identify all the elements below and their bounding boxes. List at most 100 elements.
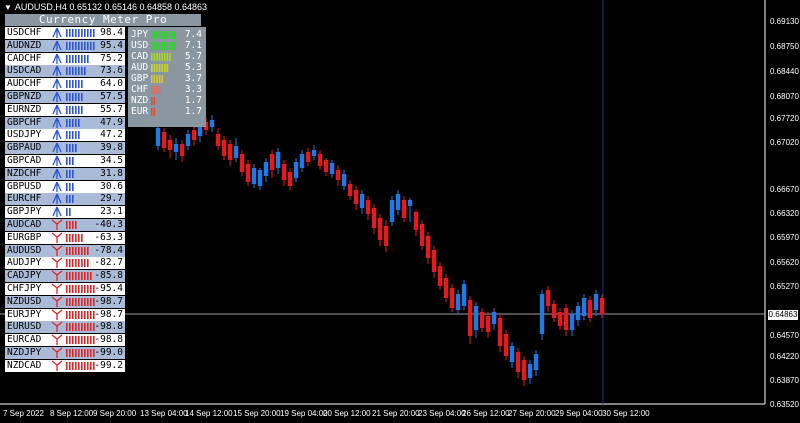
- pair-value: 73.6: [100, 65, 123, 77]
- chart-title: ▼ AUDUSD,H4 0.65132 0.65146 0.64858 0.648…: [4, 2, 207, 12]
- strength-bars-icon: [66, 67, 86, 76]
- strength-bars-icon: [66, 323, 95, 332]
- currency-strength-bars-icon: [151, 86, 161, 94]
- trend-down-icon: [51, 232, 63, 243]
- pair-value: 23.1: [100, 206, 123, 218]
- candle: [545, 286, 551, 312]
- currency-name: EUR: [131, 106, 149, 117]
- trend-down-icon: [51, 257, 63, 269]
- pair-name: GBPCHF: [7, 116, 42, 128]
- trend-down-icon: [51, 360, 63, 371]
- strength-bars-icon: [66, 336, 95, 345]
- trend-up-icon: [52, 91, 62, 102]
- strength-bars-icon: [66, 259, 89, 268]
- candle: [533, 350, 539, 376]
- pair-row: USDCHF 98.4: [5, 27, 125, 39]
- strength-bars-icon: [66, 131, 80, 140]
- strength-bars-icon: [66, 105, 83, 114]
- pair-row: NZDUSD -98.7: [5, 295, 125, 308]
- pair-value: 95.4: [100, 39, 123, 51]
- trend-up-icon: [52, 78, 62, 90]
- candle: [185, 130, 191, 150]
- currency-value: 1.7: [184, 106, 202, 117]
- pair-name: EURCHF: [7, 193, 42, 205]
- price-tick-label: 0.68750: [770, 42, 799, 51]
- strength-bars-icon: [66, 54, 89, 63]
- pair-value: -98.8: [94, 321, 123, 333]
- candle: [341, 170, 347, 190]
- time-tick-label: 8 Sep 12:00: [50, 409, 94, 418]
- time-tick-label: 9 Sep 20:00: [93, 409, 137, 418]
- pair-row: USDCAD 73.6: [5, 65, 125, 78]
- trend-down-icon: [51, 219, 63, 230]
- trend-up-icon: [52, 117, 62, 128]
- pair-row: AUDCHF 64.0: [5, 78, 125, 91]
- candle: [221, 136, 227, 160]
- pair-row: EURUSD -98.8: [5, 321, 125, 334]
- chart-menu-arrow-icon[interactable]: ▼: [4, 3, 12, 12]
- candle: [491, 308, 497, 330]
- candle: [515, 348, 521, 378]
- pair-value: 75.2: [100, 52, 123, 64]
- candle: [353, 186, 359, 210]
- trend-up-icon: [52, 181, 62, 192]
- pair-row: GBPJPY 23.1: [5, 206, 125, 219]
- trend-up-icon: [52, 66, 62, 77]
- currency-value: 5.7: [184, 51, 202, 62]
- pair-value: 57.5: [100, 90, 123, 102]
- pair-name: AUDCHF: [7, 78, 42, 90]
- pair-value: 31.8: [100, 167, 123, 179]
- candle: [539, 290, 545, 340]
- candle: [503, 330, 509, 360]
- price-tick-label: 0.65270: [770, 282, 799, 291]
- price-tick-label: 0.67020: [770, 138, 799, 147]
- strength-bars-icon: [66, 195, 74, 204]
- candle: [389, 196, 395, 226]
- candle: [437, 262, 443, 290]
- pair-row: EURNZD 55.7: [5, 103, 125, 116]
- time-tick-label: 7 Sep 2022: [3, 409, 44, 418]
- strength-bars-icon: [66, 246, 89, 255]
- strength-bars-icon: [66, 144, 77, 153]
- strength-bars-icon: [66, 361, 95, 370]
- currency-row: USD 7.1: [128, 40, 206, 51]
- pair-name: EURJPY: [7, 308, 42, 320]
- candle: [239, 150, 245, 176]
- pair-value: -95.4: [94, 282, 123, 294]
- trend-down-icon: [51, 245, 63, 256]
- candle: [245, 160, 251, 186]
- currency-value: 1.7: [184, 95, 202, 106]
- candle: [581, 294, 587, 320]
- price-tick-label: 0.63870: [770, 376, 799, 385]
- trend-down-icon: [51, 296, 63, 307]
- trend-down-icon: [51, 270, 63, 282]
- currency-row: CHF 3.3: [128, 84, 206, 95]
- pair-name: GBPUSD: [7, 180, 42, 192]
- price-tick-label: 0.67720: [770, 114, 799, 123]
- pair-name: GBPCAD: [7, 154, 42, 166]
- candle: [287, 168, 293, 190]
- pair-row: AUDJPY -82.7: [5, 257, 125, 270]
- candle: [257, 168, 263, 190]
- candle: [227, 140, 233, 166]
- candle: [455, 290, 461, 314]
- pair-value: 98.4: [100, 27, 123, 38]
- time-tick-label: 19 Sep 04:00: [280, 409, 328, 418]
- currency-value: 7.1: [184, 40, 202, 51]
- currency-value: 5.3: [184, 62, 202, 73]
- candle: [305, 148, 311, 166]
- candle: [395, 190, 401, 215]
- strength-bars-icon: [66, 80, 83, 89]
- strength-bars-icon: [66, 348, 95, 357]
- pair-row: GBPCHF 47.9: [5, 116, 125, 129]
- pair-name: USDCAD: [7, 65, 42, 77]
- pair-value: 47.2: [100, 129, 123, 141]
- trend-down-icon: [51, 321, 63, 333]
- pair-name: CADCHF: [7, 52, 42, 64]
- candle: [383, 220, 389, 252]
- pair-row: AUDCAD -40.3: [5, 218, 125, 231]
- pair-value: -99.2: [94, 359, 123, 371]
- trend-up-icon: [52, 194, 62, 205]
- trend-up-icon: [52, 142, 62, 154]
- candle: [407, 198, 413, 222]
